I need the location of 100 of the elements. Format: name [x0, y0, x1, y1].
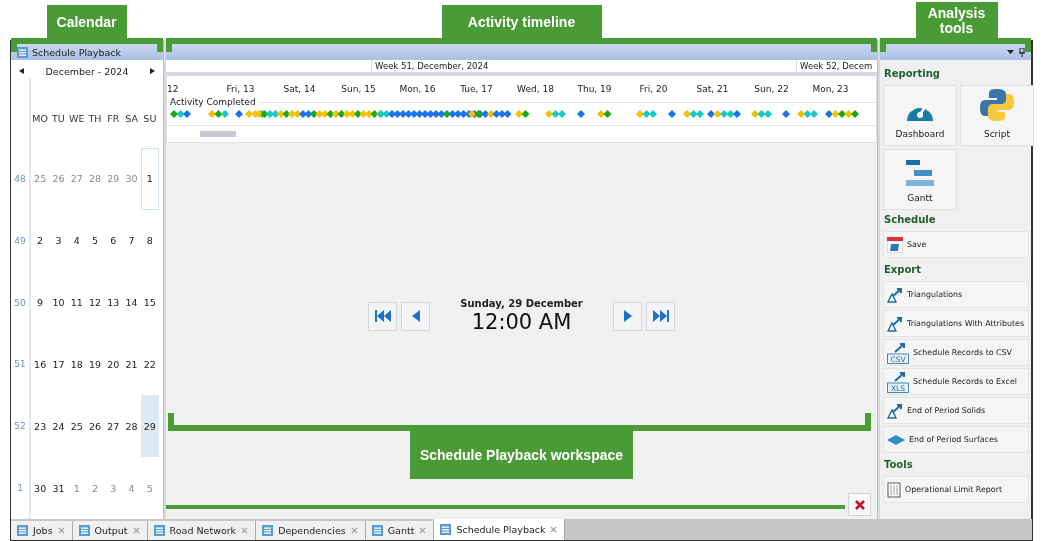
calendar-day[interactable]: 8 [140, 209, 159, 272]
calendar-day[interactable]: 9 [31, 271, 50, 334]
calendar-day[interactable]: 24 [49, 395, 68, 458]
previous-icon [411, 310, 420, 322]
document-tab[interactable]: Jobs [11, 521, 73, 540]
calendar-day[interactable]: 16 [31, 333, 50, 396]
report-icon [887, 481, 901, 498]
skip-to-end-button[interactable] [646, 301, 675, 331]
next-icon [623, 310, 632, 322]
tool-tile[interactable]: Dashboard [883, 85, 957, 146]
calendar-day[interactable]: 31 [49, 457, 68, 519]
calendar-day[interactable]: 30 [122, 148, 141, 210]
timeline-callout: Activity timeline [441, 5, 602, 40]
previous-month-arrow-icon[interactable] [19, 68, 24, 74]
next-month-arrow-icon[interactable] [150, 68, 155, 74]
calendar-day[interactable]: 26 [49, 148, 68, 210]
weekday-label: SA [124, 111, 139, 126]
calendar-day[interactable]: 5 [85, 209, 105, 272]
tool-tile[interactable]: Script [960, 85, 1034, 146]
gantt-bars-icon [906, 159, 934, 187]
close-icon [854, 499, 865, 510]
week-number: 51 [13, 358, 27, 372]
calendar-day[interactable]: 25 [67, 395, 86, 458]
week-number: 48 [13, 172, 27, 186]
week-number: 50 [13, 296, 27, 310]
calendar-day[interactable]: 15 [140, 271, 159, 334]
calendar-day[interactable]: 4 [67, 209, 86, 272]
calendar-day[interactable]: 19 [85, 333, 105, 396]
scrollbar-thumb[interactable] [200, 131, 236, 137]
skip-end-icon [652, 310, 669, 322]
tool-tile[interactable]: Gantt [883, 149, 957, 210]
day-label: Sat, 14 [283, 84, 316, 94]
calendar-day[interactable]: 5 [140, 457, 159, 519]
day-label: Sat, 21 [696, 84, 729, 94]
analysis-callout: Analysis tools [915, 2, 998, 40]
triangle-export-icon [887, 286, 903, 303]
calendar-day[interactable]: 27 [104, 395, 123, 458]
calendar-day[interactable]: 17 [49, 333, 68, 396]
calendar-day[interactable]: 23 [31, 395, 50, 458]
day-label: Mon, 23 [812, 84, 849, 94]
calendar-day[interactable]: 3 [104, 457, 123, 519]
document-tab[interactable]: Dependencies [256, 521, 366, 540]
calendar-day[interactable]: 21 [122, 333, 141, 396]
calendar-day[interactable]: 20 [104, 333, 123, 396]
calendar-day[interactable]: 1 [67, 457, 86, 519]
calendar-day[interactable]: 10 [49, 271, 68, 334]
weekday-label: WE [68, 111, 86, 126]
calendar-day[interactable]: 29 [140, 395, 159, 458]
week-number: 1 [16, 482, 24, 496]
calendar-day[interactable]: 26 [85, 395, 105, 458]
section-title: Tools [883, 458, 914, 472]
pin-icon[interactable] [1019, 47, 1025, 57]
calendar-day[interactable]: 4 [122, 457, 141, 519]
skip-start-icon [374, 310, 391, 322]
calendar-day[interactable]: 2 [31, 209, 50, 272]
skip-to-start-button[interactable] [368, 301, 397, 331]
calendar-day[interactable]: 29 [104, 148, 123, 210]
calendar-day[interactable]: 28 [122, 395, 141, 458]
calendar-day[interactable]: 7 [122, 209, 141, 272]
document-icon [153, 525, 165, 536]
calendar-day[interactable]: 28 [85, 148, 105, 210]
document-tab[interactable]: Gantt [365, 521, 435, 540]
close-icon[interactable] [550, 526, 558, 533]
previous-button[interactable] [401, 301, 430, 331]
script-logo-icon [979, 87, 1015, 123]
calendar-day[interactable]: 13 [104, 271, 123, 334]
calendar-day[interactable]: 12 [85, 271, 105, 334]
close-button[interactable] [848, 493, 871, 516]
dropdown-arrow-icon[interactable] [1007, 50, 1014, 54]
day-label: Thu, 19 [577, 84, 612, 94]
calendar-day[interactable]: 27 [67, 148, 86, 210]
document-icon [78, 525, 90, 536]
document-icon [17, 46, 28, 58]
calendar-day[interactable]: 25 [31, 148, 50, 210]
surface-icon [887, 433, 905, 446]
calendar-day[interactable]: 18 [67, 333, 86, 396]
day-label: 12 [167, 84, 179, 94]
calendar-day[interactable]: 30 [31, 457, 50, 519]
document-tab[interactable]: Road Network [147, 521, 257, 540]
calendar-day[interactable]: 3 [49, 209, 68, 272]
next-button[interactable] [613, 301, 642, 331]
calendar-day[interactable]: 2 [85, 457, 105, 519]
day-label: Fri, 20 [639, 84, 668, 94]
weekday-label: FR [106, 111, 121, 126]
calendar-day[interactable]: 14 [122, 271, 141, 334]
weekday-label: MO [31, 111, 49, 126]
calendar-save-icon [887, 236, 903, 253]
calendar-day[interactable]: 11 [67, 271, 86, 334]
section-title: Export [883, 263, 923, 277]
playback-time: 12:00 AM [471, 310, 572, 334]
document-tab[interactable]: Schedule Playback [434, 519, 566, 540]
calendar-day[interactable]: 1 [140, 148, 159, 210]
calendar-day[interactable]: 22 [140, 333, 159, 396]
document-icon [440, 524, 452, 535]
section-title: Reporting [883, 67, 941, 81]
day-label: Mon, 16 [399, 84, 436, 94]
row-label: Activity Completed [170, 97, 258, 107]
document-tab[interactable]: Output [72, 521, 148, 540]
calendar-day[interactable]: 6 [104, 209, 123, 272]
day-label: Wed, 18 [517, 84, 554, 94]
